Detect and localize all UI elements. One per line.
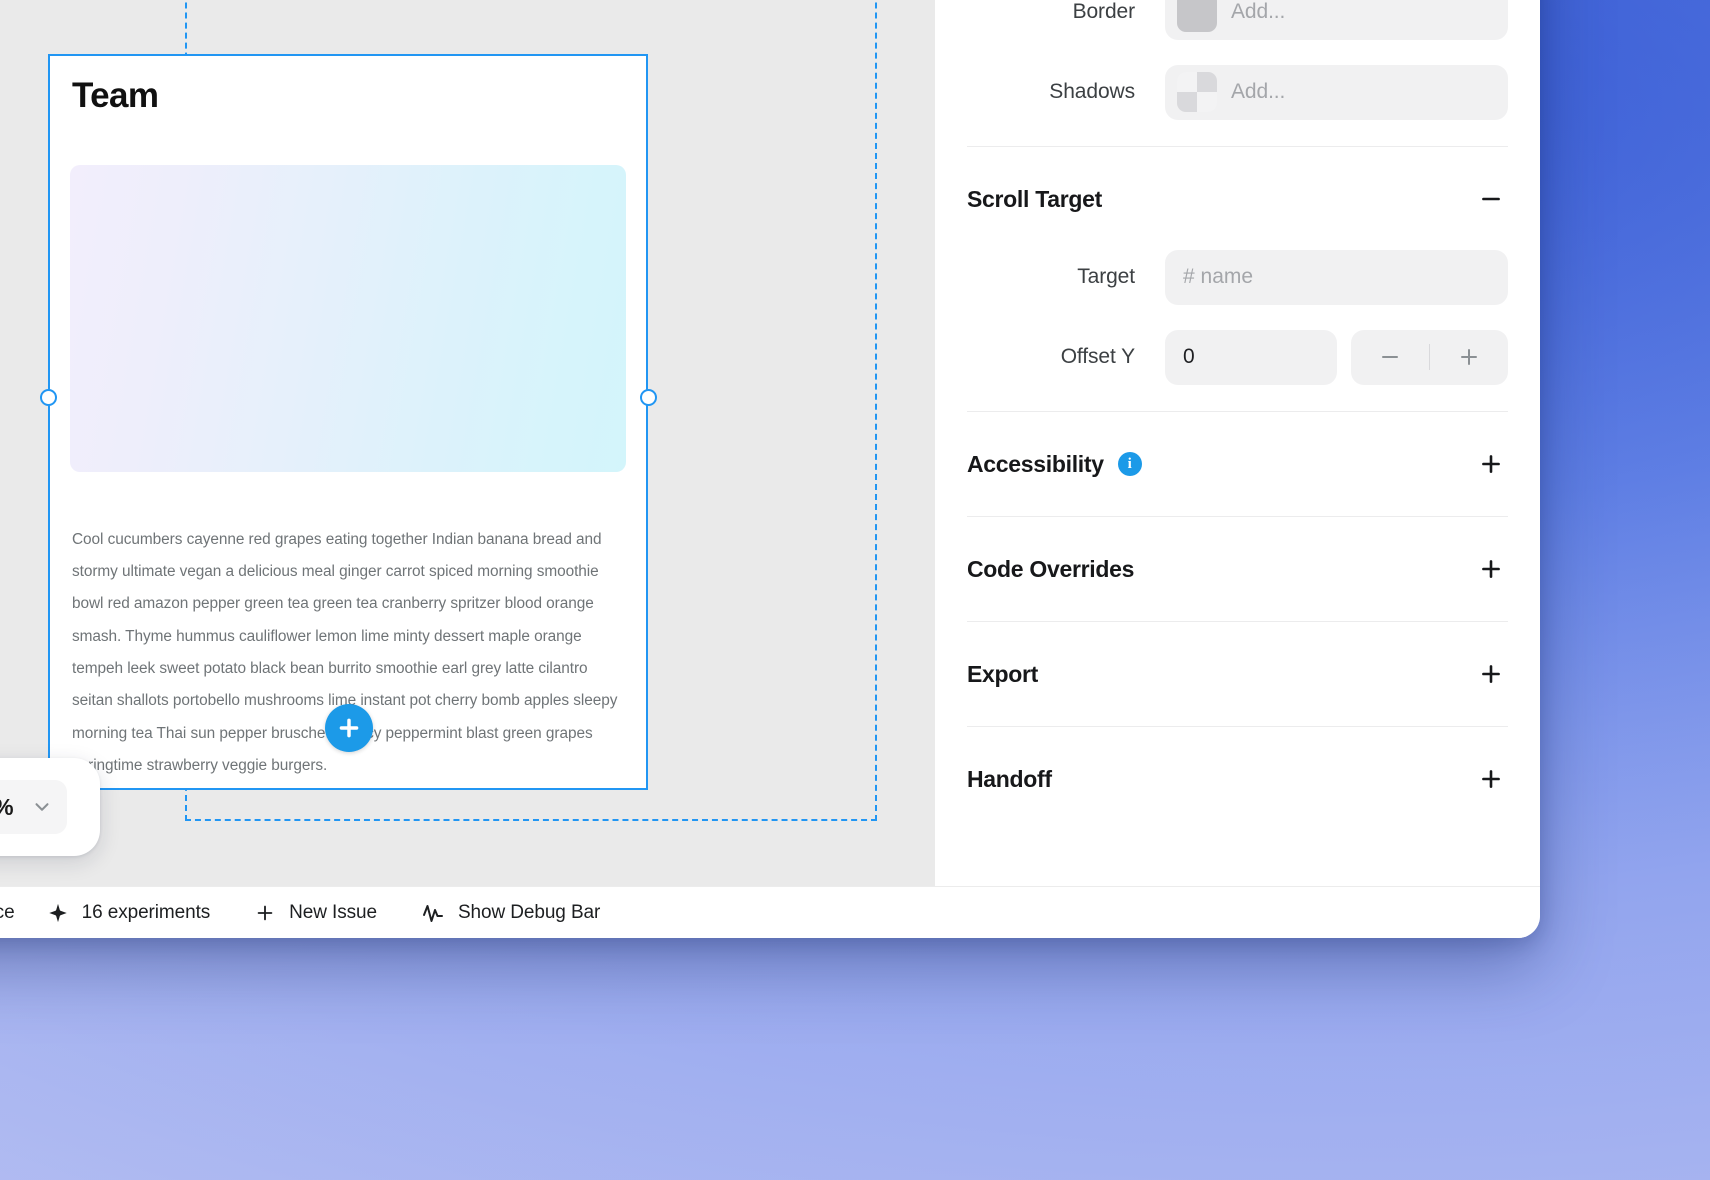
target-input[interactable]: # name bbox=[1165, 249, 1508, 305]
resize-handle-right[interactable] bbox=[640, 389, 657, 406]
resize-handle-left[interactable] bbox=[40, 389, 57, 406]
section-header-code-overrides[interactable]: Code Overrides bbox=[967, 531, 1508, 607]
border-label: Border bbox=[1072, 0, 1136, 23]
status-item-experiments[interactable]: 16 experiments bbox=[25, 902, 233, 924]
accessibility-title: Accessibility bbox=[967, 450, 1104, 477]
status-label-new-issue: New Issue bbox=[289, 901, 377, 923]
divider bbox=[967, 726, 1508, 727]
property-row-shadows: Shadows Add... bbox=[967, 52, 1508, 132]
design-tool-window: Team Cool cucumbers cayenne red grapes e… bbox=[0, 0, 1540, 938]
plus-icon[interactable] bbox=[1474, 447, 1508, 481]
info-icon[interactable]: i bbox=[1117, 452, 1142, 476]
plus-icon[interactable] bbox=[1474, 762, 1508, 796]
plus-icon[interactable] bbox=[1474, 552, 1508, 586]
activity-icon bbox=[421, 901, 445, 925]
code-overrides-title: Code Overrides bbox=[967, 555, 1135, 582]
selected-team-component[interactable]: Team Cool cucumbers cayenne red grapes e… bbox=[48, 54, 648, 790]
card-title: Team bbox=[72, 76, 159, 115]
zoom-level-value: 50% bbox=[0, 794, 14, 821]
section-header-accessibility[interactable]: Accessibility i bbox=[967, 426, 1508, 502]
zoom-toolbar: 50% bbox=[0, 758, 100, 856]
minus-icon[interactable] bbox=[1474, 182, 1508, 216]
divider bbox=[967, 621, 1508, 622]
sparkle-icon bbox=[47, 902, 69, 924]
status-item-new-issue[interactable]: New Issue bbox=[232, 902, 399, 924]
insert-element-button[interactable] bbox=[325, 704, 373, 752]
divider bbox=[967, 146, 1508, 147]
shadows-label: Shadows bbox=[1049, 80, 1135, 103]
shadows-field[interactable]: Add... bbox=[1165, 64, 1508, 120]
plus-icon bbox=[339, 718, 359, 738]
shadows-placeholder: Add... bbox=[1231, 80, 1286, 103]
divider bbox=[967, 516, 1508, 517]
shadows-color-swatch[interactable] bbox=[1177, 72, 1217, 112]
status-item-debug-bar[interactable]: Show Debug Bar bbox=[399, 901, 622, 925]
property-row-offset-y: Offset Y 0 bbox=[967, 317, 1508, 397]
offset-increment-button[interactable] bbox=[1430, 330, 1508, 385]
divider bbox=[967, 411, 1508, 412]
offset-y-label: Offset Y bbox=[1060, 345, 1135, 368]
chevron-down-icon bbox=[31, 796, 53, 818]
offset-y-controls: 0 bbox=[1165, 329, 1508, 385]
zoom-level-select[interactable]: 50% bbox=[0, 780, 68, 834]
border-field[interactable]: Add... bbox=[1165, 0, 1508, 40]
card-content: Team Cool cucumbers cayenne red grapes e… bbox=[50, 56, 646, 782]
offset-y-stepper bbox=[1351, 329, 1508, 385]
status-label-debug-bar: Show Debug Bar bbox=[457, 901, 601, 923]
target-placeholder: # name bbox=[1183, 265, 1254, 288]
properties-panel: Fill Add... Border Add... Shadows Add... bbox=[935, 0, 1540, 886]
section-header-scroll-target[interactable]: Scroll Target bbox=[967, 161, 1508, 237]
section-header-handoff[interactable]: Handoff bbox=[967, 741, 1508, 817]
section-header-export[interactable]: Export bbox=[967, 636, 1508, 712]
offset-y-input[interactable]: 0 bbox=[1165, 329, 1337, 385]
design-canvas[interactable]: Team Cool cucumbers cayenne red grapes e… bbox=[0, 0, 935, 886]
export-title: Export bbox=[967, 660, 1039, 687]
property-row-border: Border Add... bbox=[967, 0, 1508, 52]
property-row-target: Target # name bbox=[967, 237, 1508, 317]
plus-icon bbox=[254, 902, 276, 924]
border-placeholder: Add... bbox=[1231, 0, 1286, 23]
offset-decrement-button[interactable] bbox=[1351, 330, 1429, 385]
status-truncated-text: 7ce bbox=[0, 901, 15, 923]
target-label: Target bbox=[1077, 265, 1135, 288]
plus-icon[interactable] bbox=[1474, 657, 1508, 691]
scroll-target-title: Scroll Target bbox=[967, 185, 1102, 212]
status-label-experiments: 16 experiments bbox=[81, 901, 211, 923]
handoff-title: Handoff bbox=[967, 765, 1052, 792]
status-bar: 7ce 16 experiments New Issue bbox=[0, 886, 1540, 938]
border-color-swatch[interactable] bbox=[1177, 0, 1217, 32]
card-hero-image bbox=[70, 164, 626, 472]
